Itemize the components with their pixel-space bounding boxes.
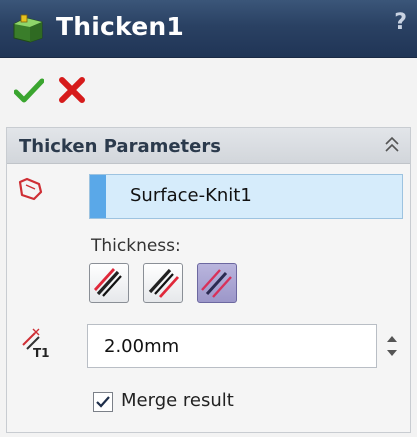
selected-surface-field[interactable]: Surface-Knit1: [89, 174, 403, 219]
merge-result-checkbox[interactable]: [93, 392, 113, 412]
face-selection-icon: [18, 177, 43, 201]
thicken-feature-icon: [13, 14, 43, 43]
help-icon[interactable]: ?: [394, 10, 407, 35]
thicken-both-sides-icon: [201, 269, 232, 298]
thicken-side-2-button[interactable]: [143, 263, 183, 303]
cancel-button[interactable]: [58, 76, 86, 104]
thickness-label: Thickness:: [91, 236, 181, 256]
selection-color-marker: [90, 175, 106, 218]
group-header[interactable]: Thicken Parameters: [7, 128, 410, 164]
feature-title: Thicken1: [56, 12, 184, 41]
collapse-chevron-icon[interactable]: [382, 134, 402, 156]
thicken-side-1-icon: [93, 268, 122, 297]
thickness-value: 2.00mm: [104, 336, 180, 357]
thicken-parameters-group: Thicken Parameters Surface-Knit1 Thickne…: [6, 127, 411, 433]
selected-surface-name: Surface-Knit1: [130, 185, 252, 206]
merge-result-label: Merge result: [121, 390, 234, 411]
thickness-input[interactable]: 2.00mm: [87, 324, 377, 368]
title-bar: Thicken1 ?: [0, 0, 417, 58]
thicken-side-2-icon: [148, 268, 180, 298]
t1-label: T1: [33, 346, 50, 359]
thickness-spinner[interactable]: [381, 324, 403, 368]
ok-button[interactable]: [14, 78, 44, 104]
thicken-both-sides-button[interactable]: [197, 263, 237, 303]
checkmark-icon: [96, 396, 110, 408]
thickness-t1-icon: T1: [22, 328, 50, 359]
group-title: Thicken Parameters: [19, 136, 221, 157]
thicken-side-1-button[interactable]: [89, 263, 129, 303]
property-manager: Thicken1 ? Thicken Parameters Surface-Kn…: [0, 0, 417, 437]
